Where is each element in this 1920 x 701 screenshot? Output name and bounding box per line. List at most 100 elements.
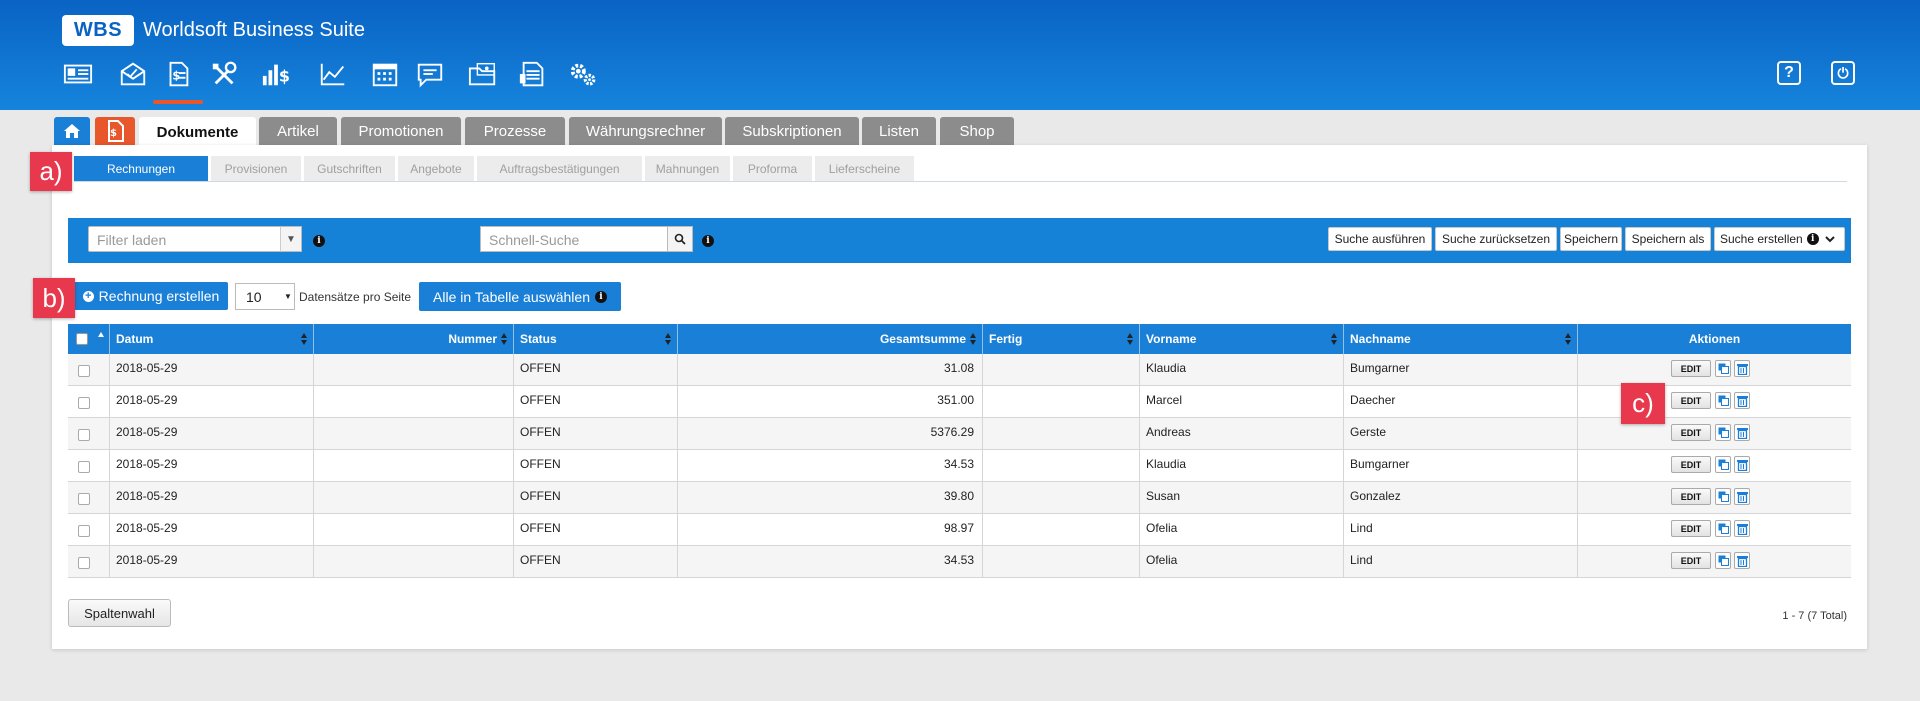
column-nachname[interactable]: Nachname [1344,324,1578,354]
edit-button[interactable]: EDIT [1671,424,1711,441]
copy-icon[interactable] [1715,520,1731,537]
subtab-rechnungen[interactable]: Rechnungen [74,156,208,181]
pager-info: 1 - 7 (7 Total) [1782,610,1847,622]
row-checkbox[interactable] [78,429,90,441]
table-row[interactable]: 2018-05-29 OFFEN 34.53 Ofelia Lind EDIT [68,546,1851,578]
edit-button[interactable]: EDIT [1671,552,1711,569]
cell-fertig [983,450,1140,481]
reset-search-button[interactable]: Suche zurücksetzen [1435,227,1557,251]
home-tab[interactable] [54,117,90,145]
row-checkbox[interactable] [78,397,90,409]
subtab-mahnungen[interactable]: Mahnungen [645,156,730,181]
subtab-provisionen[interactable]: Provisionen [211,156,301,181]
column-gesamtsumme[interactable]: Gesamtsumme [678,324,983,354]
edit-button[interactable]: EDIT [1671,456,1711,473]
search-info-icon[interactable]: i [702,235,714,247]
column-vorname[interactable]: Vorname [1140,324,1344,354]
document-module-tab[interactable]: $ [95,117,135,145]
tab-waehrungsrechner[interactable]: Währungsrechner [569,117,722,145]
select-all-label: Alle in Tabelle auswählen [433,288,590,305]
column-status[interactable]: Status [514,324,678,354]
revenue-icon[interactable]: $ [258,58,294,90]
select-all-button[interactable]: Alle in Tabelle auswählen i [419,282,621,311]
filter-info-icon[interactable]: i [313,235,325,247]
copy-icon[interactable] [1715,488,1731,505]
row-actions: EDIT [1578,386,1851,417]
media-folder-icon[interactable] [465,58,501,90]
tools-icon[interactable] [207,58,243,90]
cell-datum: 2018-05-29 [110,418,314,449]
row-checkbox[interactable] [78,461,90,473]
calendar-icon[interactable] [367,58,403,90]
subtab-angebote[interactable]: Angebote [398,156,474,181]
column-datum[interactable]: Datum [110,324,314,354]
row-checkbox[interactable] [78,365,90,377]
sub-tab-bar: Rechnungen Provisionen Gutschriften Ange… [74,156,1847,182]
copy-icon[interactable] [1715,552,1731,569]
message-icon[interactable] [412,58,448,90]
select-all-checkbox[interactable] [76,333,88,345]
table-row[interactable]: 2018-05-29 OFFEN 39.80 Susan Gonzalez EDIT [68,482,1851,514]
column-chooser-button[interactable]: Spaltenwahl [68,599,171,627]
settings-icon[interactable] [565,58,601,90]
delete-icon[interactable] [1734,392,1750,409]
tab-shop[interactable]: Shop [940,117,1014,145]
subtab-lieferscheine[interactable]: Lieferscheine [815,156,914,181]
quick-search-input[interactable]: Schnell-Suche [480,226,668,252]
delete-icon[interactable] [1734,456,1750,473]
row-checkbox[interactable] [78,525,90,537]
copy-icon[interactable] [1715,424,1731,441]
column-nummer[interactable]: Nummer [314,324,514,354]
filter-load-select[interactable]: Filter laden [88,226,302,252]
copy-icon[interactable] [1715,456,1731,473]
table-row[interactable]: 2018-05-29 OFFEN 34.53 Klaudia Bumgarner EDIT [68,450,1851,482]
edit-button[interactable]: EDIT [1671,360,1711,377]
row-checkbox[interactable] [78,557,90,569]
table-row[interactable]: 2018-05-29 OFFEN 351.00 Marcel Daecher EDIT [68,386,1851,418]
delete-icon[interactable] [1734,488,1750,505]
row-checkbox[interactable] [78,493,90,505]
copy-icon[interactable] [1715,360,1731,377]
delete-icon[interactable] [1734,520,1750,537]
delete-icon[interactable] [1734,552,1750,569]
help-icon[interactable]: ? [1777,61,1801,85]
cell-gesamtsumme: 34.53 [678,546,983,577]
save-button[interactable]: Speichern [1560,227,1622,251]
power-icon[interactable]: ⏻ [1831,61,1855,85]
edit-button[interactable]: EDIT [1671,488,1711,505]
run-search-button[interactable]: Suche ausführen [1328,227,1432,251]
tab-prozesse[interactable]: Prozesse [465,117,565,145]
line-chart-icon[interactable] [315,58,351,90]
sort-asc-icon[interactable] [98,332,104,337]
delete-icon[interactable] [1734,424,1750,441]
row-select-cell [68,450,110,481]
mail-icon[interactable] [115,58,151,90]
cell-nachname: Lind [1344,514,1578,545]
table-row[interactable]: 2018-05-29 OFFEN 98.97 Ofelia Lind EDIT [68,514,1851,546]
delete-icon[interactable] [1734,360,1750,377]
edit-button[interactable]: EDIT [1671,520,1711,537]
table-row[interactable]: 2018-05-29 OFFEN 5376.29 Andreas Gerste EDIT [68,418,1851,450]
create-search-dropdown[interactable]: Suche erstellen i [1714,227,1845,251]
save-as-button[interactable]: Speichern als [1625,227,1711,251]
subtab-auftragsbestaetigungen[interactable]: Auftragsbestätigungen [477,156,642,181]
tab-promotionen[interactable]: Promotionen [341,117,461,145]
document-dollar-icon[interactable]: $ [160,58,196,90]
row-actions: EDIT [1578,418,1851,449]
cell-gesamtsumme: 31.08 [678,354,983,385]
create-invoice-button[interactable]: + Rechnung erstellen [74,282,228,310]
column-fertig[interactable]: Fertig [983,324,1140,354]
tab-listen[interactable]: Listen [862,117,936,145]
contact-card-icon[interactable] [60,58,96,90]
subtab-proforma[interactable]: Proforma [733,156,812,181]
newsletter-icon[interactable] [515,58,551,90]
search-button[interactable] [667,226,693,252]
subtab-gutschriften[interactable]: Gutschriften [304,156,395,181]
tab-dokumente[interactable]: Dokumente [139,117,256,147]
table-row[interactable]: 2018-05-29 OFFEN 31.08 Klaudia Bumgarner EDIT [68,354,1851,386]
filter-dropdown-toggle[interactable]: ▼ [280,226,302,252]
tab-artikel[interactable]: Artikel [259,117,337,145]
edit-button[interactable]: EDIT [1671,392,1711,409]
tab-subskriptionen[interactable]: Subskriptionen [725,117,859,145]
copy-icon[interactable] [1715,392,1731,409]
